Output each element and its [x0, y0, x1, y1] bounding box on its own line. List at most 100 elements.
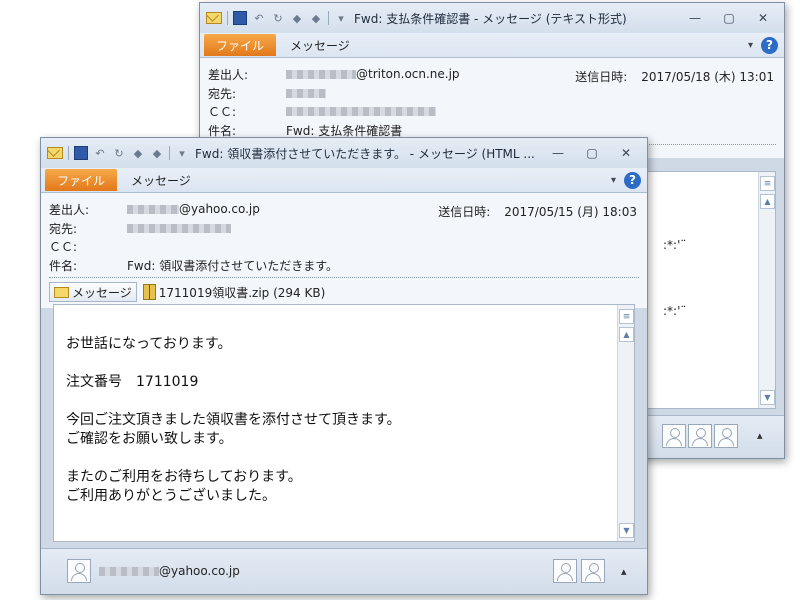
people-pane-sender: @yahoo.co.jp — [99, 564, 240, 578]
front-title-bar[interactable]: ↶ ↻ ◆ ◆ ▾ Fwd: 領収書添付させていただきます。 - メッセージ (… — [41, 138, 647, 168]
customize-toolbar-icon[interactable]: ▾ — [175, 146, 189, 160]
front-to-row: 宛先: — [49, 220, 639, 236]
front-subject-row: 件名: Fwd: 領収書添付させていただきます。 — [49, 257, 639, 273]
help-icon[interactable]: ? — [761, 36, 778, 54]
contact-photo-icon — [714, 424, 738, 448]
front-message-window[interactable]: ↶ ↻ ◆ ◆ ▾ Fwd: 領収書添付させていただきます。 - メッセージ (… — [40, 137, 648, 595]
redo-icon[interactable]: ↻ — [271, 11, 285, 25]
sent-label: 送信日時: — [575, 70, 628, 84]
body-line: ご確認をお願い致します。 — [66, 431, 233, 447]
mail-icon — [206, 12, 222, 24]
attachment-file[interactable]: 1711019領収書.zip (294 KB) — [142, 284, 326, 301]
scroll-down-button[interactable]: ▼ — [760, 390, 775, 405]
ribbon-expand-icon[interactable]: ▾ — [611, 175, 616, 186]
redacted-text — [286, 106, 436, 116]
to-label: 宛先: — [208, 86, 237, 101]
back-quick-access-toolbar: ↶ ↻ ◆ ◆ ▾ — [200, 11, 348, 25]
sent-value: 2017/05/15 (月) 18:03 — [504, 205, 637, 219]
toolbar-separator — [68, 146, 69, 160]
save-icon[interactable] — [233, 11, 247, 25]
front-sent-info: 送信日時: 2017/05/15 (月) 18:03 — [438, 203, 637, 220]
undo-icon[interactable]: ↶ — [93, 146, 107, 160]
customize-toolbar-icon[interactable]: ▾ — [334, 11, 348, 25]
attachment-name: 1711019領収書.zip (294 KB) — [158, 285, 326, 300]
front-people-pane: @yahoo.co.jp ▴ — [41, 548, 647, 594]
body-line: またのご利用をお待ちしております。 — [66, 469, 302, 485]
back-vertical-scrollbar[interactable]: ≡ ▲ ▼ — [758, 172, 775, 408]
body-line: 注文番号 1711019 — [66, 374, 199, 390]
back-to-row: 宛先: — [208, 85, 776, 101]
people-pane-toggle[interactable]: ▴ — [621, 565, 627, 578]
body-line — [66, 354, 401, 373]
body-line: 今回ご注文頂きました領収書を添付させて頂きます。 — [66, 412, 401, 428]
scroll-options-icon[interactable]: ≡ — [619, 309, 634, 324]
minimize-button[interactable]: — — [678, 8, 712, 28]
save-icon[interactable] — [74, 146, 88, 160]
message-view-button[interactable]: メッセージ — [49, 282, 137, 302]
subject-value: Fwd: 支払条件確認書 — [286, 123, 403, 138]
front-message-header: 差出人: @yahoo.co.jp 送信日時: 2017/05/15 (月) 18… — [41, 193, 647, 308]
from-value: @yahoo.co.jp — [179, 202, 260, 216]
front-message-tab[interactable]: メッセージ — [117, 172, 205, 189]
back-file-tab[interactable]: ファイル — [204, 34, 277, 56]
undo-icon[interactable]: ↶ — [252, 11, 266, 25]
redacted-text — [99, 566, 159, 576]
body-line — [66, 392, 401, 411]
contact-photo-icon — [688, 424, 712, 448]
attachment-bar: メッセージ 1711019領収書.zip (294 KB) — [49, 282, 639, 302]
redo-icon[interactable]: ↻ — [112, 146, 126, 160]
help-icon[interactable]: ? — [624, 171, 641, 189]
header-divider — [49, 277, 639, 278]
body-line — [66, 449, 401, 468]
message-body-text: お世話になっております。 注文番号 1711019 今回ご注文頂きました領収書を… — [66, 335, 401, 506]
back-ribbon: ファイル メッセージ ▾ ? — [200, 33, 784, 58]
up-arrow-icon[interactable]: ◆ — [290, 11, 304, 25]
from-label: 差出人: — [49, 202, 90, 217]
back-sent-info: 送信日時: 2017/05/18 (木) 13:01 — [575, 68, 774, 85]
back-cc-row: ＣＣ: — [208, 103, 776, 119]
redacted-text — [286, 69, 356, 79]
zip-file-icon — [142, 284, 156, 300]
front-ribbon: ファイル メッセージ ▾ ? — [41, 168, 647, 193]
back-title-bar[interactable]: ↶ ↻ ◆ ◆ ▾ Fwd: 支払条件確認書 - メッセージ (テキスト形式) … — [200, 3, 784, 33]
close-button[interactable]: ✕ — [609, 143, 643, 163]
scroll-up-button[interactable]: ▲ — [760, 194, 775, 209]
to-label: 宛先: — [49, 221, 78, 236]
body-line: お世話になっております。 — [66, 336, 232, 352]
down-arrow-icon[interactable]: ◆ — [309, 11, 323, 25]
cc-label: ＣＣ: — [49, 239, 78, 254]
cc-label: ＣＣ: — [208, 104, 237, 119]
contact-photo-icon — [662, 424, 686, 448]
sent-value: 2017/05/18 (木) 13:01 — [641, 70, 774, 84]
toolbar-separator — [328, 11, 329, 25]
back-message-tab[interactable]: メッセージ — [276, 37, 364, 54]
scroll-options-icon[interactable]: ≡ — [760, 176, 775, 191]
front-file-tab[interactable]: ファイル — [45, 169, 118, 191]
front-vertical-scrollbar[interactable]: ≡ ▲ ▼ — [617, 305, 634, 541]
body-fragment: :*:'¨ — [663, 238, 687, 252]
front-window-title: Fwd: 領収書添付させていただきます。 - メッセージ (HTML ... — [195, 146, 535, 161]
contact-photo-icon — [581, 559, 605, 583]
sent-label: 送信日時: — [438, 205, 491, 219]
front-cc-row: ＣＣ: — [49, 238, 639, 254]
scroll-up-button[interactable]: ▲ — [619, 327, 634, 342]
front-message-body[interactable]: お世話になっております。 注文番号 1711019 今回ご注文頂きました領収書を… — [53, 304, 635, 542]
scroll-down-button[interactable]: ▼ — [619, 523, 634, 538]
body-fragment: :*:'¨ — [663, 304, 687, 318]
back-window-title: Fwd: 支払条件確認書 - メッセージ (テキスト形式) — [354, 11, 627, 26]
down-arrow-icon[interactable]: ◆ — [150, 146, 164, 160]
redacted-text — [286, 88, 326, 98]
envelope-icon — [54, 286, 69, 298]
subject-label: 件名: — [49, 258, 78, 273]
subject-value: Fwd: 領収書添付させていただきます。 — [127, 258, 338, 273]
maximize-button[interactable]: ▢ — [575, 143, 609, 163]
maximize-button[interactable]: ▢ — [712, 8, 746, 28]
minimize-button[interactable]: — — [541, 143, 575, 163]
close-button[interactable]: ✕ — [746, 8, 780, 28]
ribbon-expand-icon[interactable]: ▾ — [748, 40, 753, 51]
contact-photo-icon — [67, 559, 91, 583]
up-arrow-icon[interactable]: ◆ — [131, 146, 145, 160]
people-pane-sender-address: @yahoo.co.jp — [159, 564, 240, 578]
toolbar-separator — [227, 11, 228, 25]
people-pane-toggle[interactable]: ▴ — [757, 429, 763, 442]
